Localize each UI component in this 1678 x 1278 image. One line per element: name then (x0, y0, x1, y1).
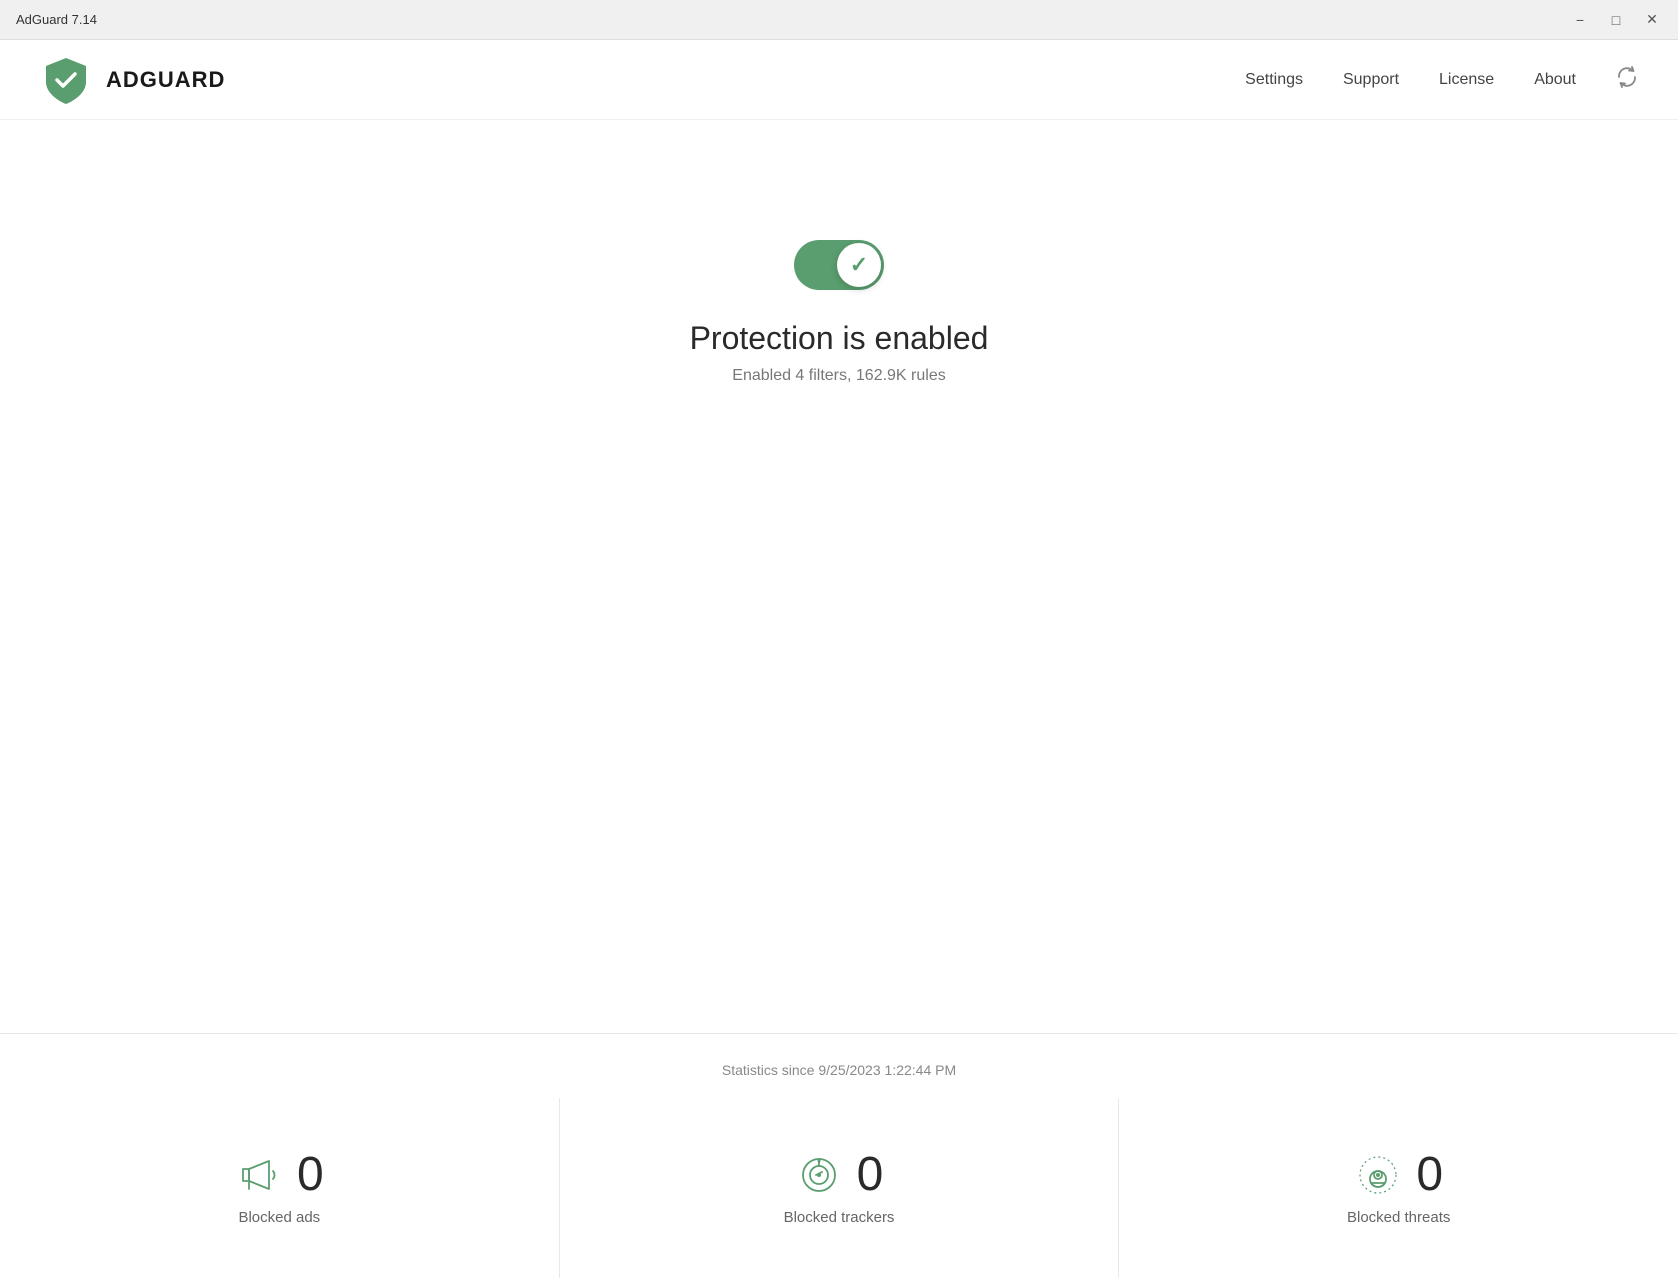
megaphone-icon (235, 1151, 283, 1199)
nav-area: Settings Support License About (1245, 66, 1638, 93)
about-nav[interactable]: About (1534, 71, 1576, 89)
blocked-ads-card: 0 Blocked ads (0, 1098, 560, 1278)
refresh-icon (1616, 66, 1638, 88)
protection-toggle[interactable]: ✓ (794, 240, 884, 290)
close-button[interactable]: ✕ (1642, 10, 1662, 30)
blocked-ads-count: 0 (297, 1151, 324, 1199)
toggle-knob: ✓ (837, 243, 881, 287)
maximize-button[interactable]: □ (1606, 10, 1626, 30)
refresh-button[interactable] (1616, 66, 1638, 93)
stats-cards: 0 Blocked ads 0 Blocked trackers (0, 1098, 1678, 1278)
logo-area: ADGUARD (40, 54, 225, 106)
adguard-logo-icon (40, 54, 92, 106)
titlebar: AdGuard 7.14 − □ ✕ (0, 0, 1678, 40)
main-content: ✓ Protection is enabled Enabled 4 filter… (0, 120, 1678, 385)
header: ADGUARD Settings Support License About (0, 40, 1678, 120)
license-nav[interactable]: License (1439, 71, 1494, 89)
logo-text: ADGUARD (106, 67, 225, 93)
minimize-button[interactable]: − (1570, 10, 1590, 30)
protection-status-title: Protection is enabled (690, 320, 989, 357)
blocked-threats-label: Blocked threats (1347, 1209, 1450, 1226)
checkmark-icon: ✓ (850, 252, 868, 278)
stats-section: Statistics since 9/25/2023 1:22:44 PM 0 … (0, 1033, 1678, 1278)
blocked-threats-card: 0 Blocked threats (1119, 1098, 1678, 1278)
support-nav[interactable]: Support (1343, 71, 1399, 89)
tracker-icon (795, 1151, 843, 1199)
blocked-threats-count: 0 (1416, 1151, 1443, 1199)
biohazard-icon (1354, 1151, 1402, 1199)
stats-since: Statistics since 9/25/2023 1:22:44 PM (0, 1034, 1678, 1098)
blocked-threats-row: 0 (1354, 1151, 1443, 1199)
blocked-ads-label: Blocked ads (238, 1209, 320, 1226)
titlebar-controls: − □ ✕ (1570, 10, 1662, 30)
blocked-trackers-count: 0 (857, 1151, 884, 1199)
blocked-ads-row: 0 (235, 1151, 324, 1199)
blocked-trackers-label: Blocked trackers (784, 1209, 895, 1226)
blocked-trackers-card: 0 Blocked trackers (560, 1098, 1120, 1278)
settings-nav[interactable]: Settings (1245, 71, 1303, 89)
filter-info: Enabled 4 filters, 162.9K rules (732, 367, 945, 385)
blocked-trackers-row: 0 (795, 1151, 884, 1199)
titlebar-title: AdGuard 7.14 (16, 12, 97, 27)
toggle-container: ✓ (794, 240, 884, 290)
